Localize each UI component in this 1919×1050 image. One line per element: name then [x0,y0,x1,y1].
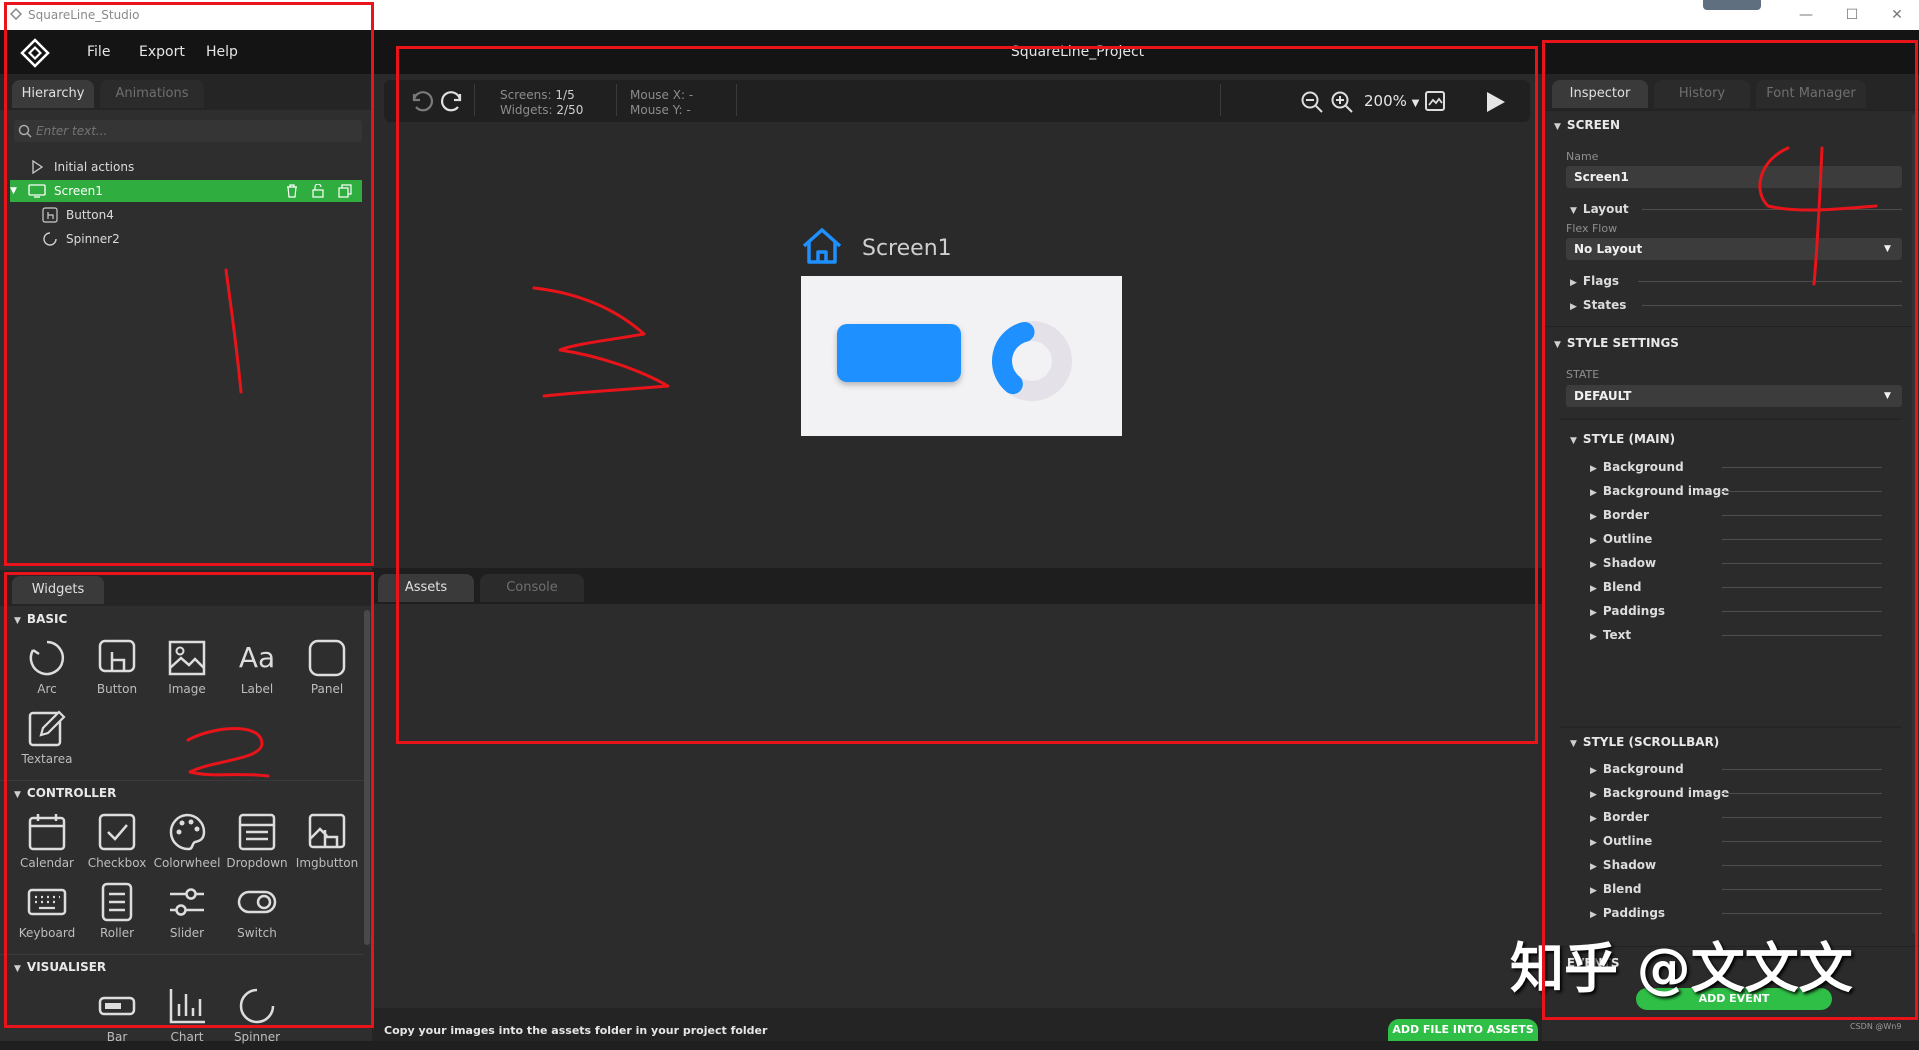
annotation-scribbles [186,146,1878,778]
scribble-digit-3 [532,286,670,398]
scribble-digit-4 [1758,146,1878,286]
scribble-digit-1 [224,268,243,394]
scribble-digit-2 [186,727,270,778]
